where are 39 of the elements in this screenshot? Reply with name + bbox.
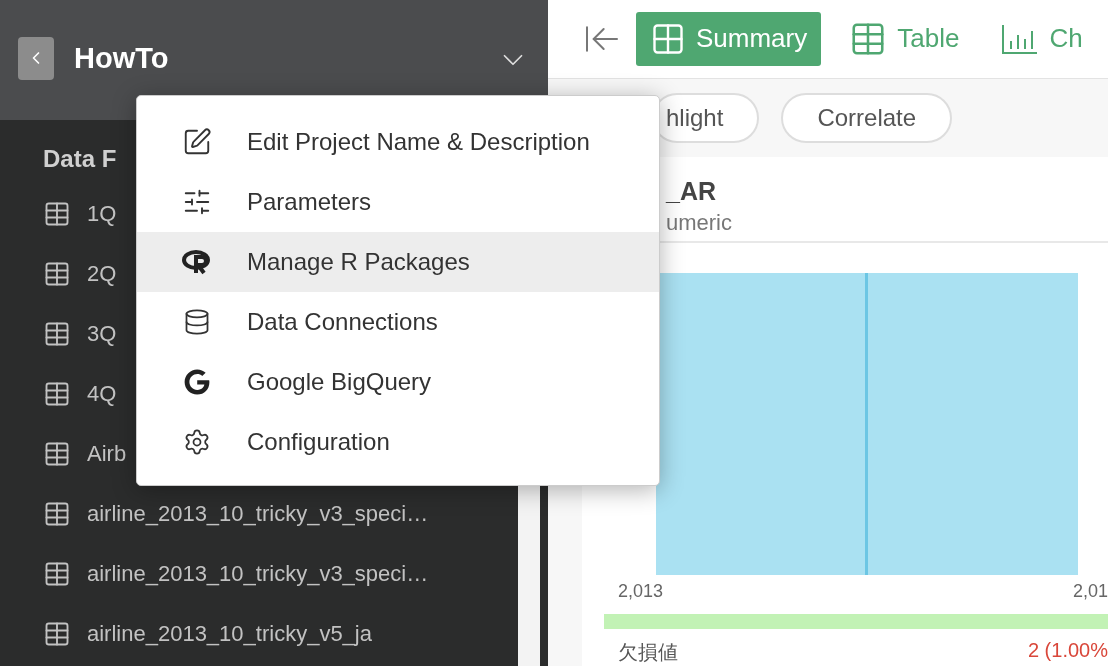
table-icon [43,620,71,648]
bar-chart-icon [1001,22,1040,55]
table-icon [43,440,71,468]
project-title: HowTo [74,41,170,75]
table-icon [43,500,71,528]
column-name: _AR [666,177,717,206]
axis-label: 2,013 [618,581,664,602]
data-frame-item[interactable]: 2Q [87,261,117,287]
data-frame-item[interactable]: 4Q [87,381,117,407]
data-frame-item[interactable]: airline_2013_10_tricky_v3_speci… [87,561,429,587]
menu-item[interactable]: Data Connections [137,292,659,352]
data-frame-item[interactable]: Airb [87,441,127,467]
section-heading: Data F [43,144,117,174]
database-icon [183,308,211,336]
sliders-icon [182,187,212,217]
table-icon [43,380,71,408]
table-icon [43,560,71,588]
table-icon [43,320,71,348]
table-icon [43,260,71,288]
missing-value: 2 (1.00% [1027,639,1108,663]
google-icon [184,369,210,395]
menu-item[interactable]: Google BigQuery [137,352,659,412]
edit-icon [182,127,212,157]
table-icon [43,200,71,228]
data-frame-item[interactable]: airline_2013_10_tricky_v5_ja [87,621,372,647]
settings-icon [183,428,211,456]
menu-item[interactable]: Configuration [137,412,659,472]
menu-item[interactable]: Edit Project Name & Description [137,112,659,172]
ring-logo-icon [182,249,212,275]
action-chip[interactable]: Correlate [781,92,953,143]
column-type: umeric [666,210,733,236]
data-frame-item[interactable]: 1Q [87,201,117,227]
missing-label: 欠損値 [618,640,678,665]
axis-label: 2,01 [1072,581,1108,602]
menu-item[interactable]: Parameters [137,172,659,232]
back-button[interactable] [18,36,54,80]
menu-item[interactable]: Manage R Packages [137,232,659,292]
data-frame-item[interactable]: airline_2013_10_tricky_v3_speci… [87,501,429,527]
data-frame-item[interactable]: 3Q [87,321,117,347]
